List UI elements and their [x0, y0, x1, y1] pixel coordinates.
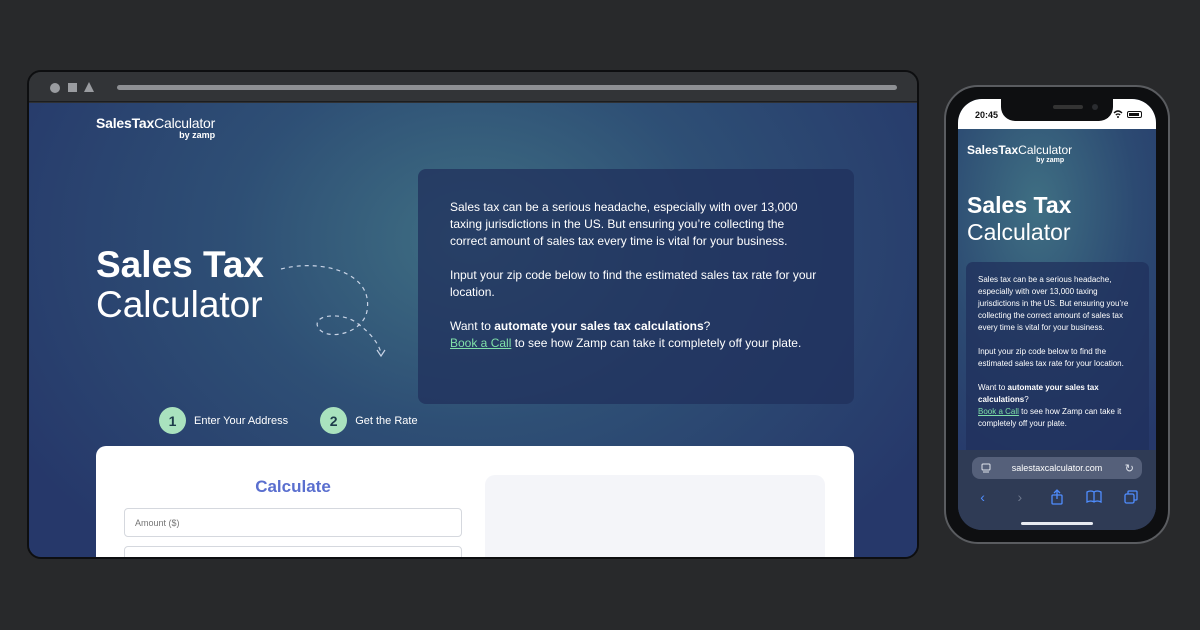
mobile-intro-paragraph-2: Input your zip code below to find the es…	[978, 347, 1124, 368]
home-indicator[interactable]	[1021, 522, 1093, 525]
mobile-intro-paragraph-1: Sales tax can be a serious headache, esp…	[978, 275, 1129, 332]
wifi-icon	[1113, 110, 1123, 118]
desktop-browser-window: SalesTaxCalculator by zamp Sales Tax Cal…	[27, 70, 919, 559]
mobile-cta-prefix: Want to	[978, 383, 1008, 392]
forward-icon[interactable]: ›	[1010, 489, 1030, 505]
logo-byline: by zamp	[179, 130, 216, 140]
amount-input[interactable]	[124, 508, 462, 537]
step-1-badge: 1	[159, 407, 186, 434]
circle-icon	[50, 83, 60, 93]
intro-cta: Want to automate your sales tax calculat…	[450, 318, 822, 352]
mobile-logo-byline: by zamp	[1036, 157, 1065, 164]
street-address-input[interactable]	[124, 546, 462, 557]
phone-screen: 20:45 SalesTaxCalculator by zamp Sales T…	[958, 99, 1156, 530]
mobile-site-logo[interactable]: SalesTaxCalculator by zamp	[967, 143, 1072, 164]
phone-device: 20:45 SalesTaxCalculator by zamp Sales T…	[944, 85, 1170, 544]
battery-icon	[1127, 110, 1142, 118]
browser-toolbar	[29, 72, 917, 102]
mobile-logo-regular-text: Calculator	[1018, 143, 1073, 157]
front-camera	[1092, 104, 1098, 110]
mobile-page-title-line2: Calculator	[967, 219, 1071, 246]
mobile-intro-cta: Want to automate your sales tax calculat…	[978, 382, 1137, 430]
page-settings-icon[interactable]	[981, 463, 991, 473]
mobile-page-title-line1: Sales Tax	[967, 192, 1072, 218]
page-title-line2: Calculator	[96, 283, 263, 325]
step-2-label: Get the Rate	[355, 414, 418, 427]
safari-url-text: salestaxcalculator.com	[1011, 463, 1103, 473]
triangle-icon	[84, 82, 94, 92]
calculator-title: Calculate	[255, 477, 331, 496]
intro-paragraph-1: Sales tax can be a serious headache, esp…	[450, 200, 798, 248]
calculator-panel: Calculate	[96, 446, 854, 557]
reload-icon[interactable]: ↻	[1125, 462, 1134, 475]
cta-suffix: ?	[703, 319, 711, 333]
intro-paragraph-2: Input your zip code below to find the es…	[450, 268, 817, 299]
mobile-logo-bold-text: SalesTax	[967, 143, 1019, 157]
share-icon[interactable]	[1047, 489, 1067, 505]
intro-card: Sales tax can be a serious headache, esp…	[418, 169, 854, 404]
back-icon[interactable]: ‹	[973, 489, 993, 505]
safari-address-bar[interactable]: salestaxcalculator.com ↻	[972, 457, 1142, 479]
status-time: 20:45	[975, 110, 999, 120]
safari-toolbar: salestaxcalculator.com ↻ ‹ ›	[958, 450, 1156, 530]
tabs-icon[interactable]	[1121, 490, 1141, 504]
address-bar[interactable]	[117, 85, 897, 90]
dashed-arrow-decoration	[280, 265, 386, 358]
step-1-label: Enter Your Address	[194, 414, 289, 427]
logo-regular-text: Calculator	[154, 115, 216, 131]
logo-bold-text: SalesTax	[96, 115, 155, 131]
bookmarks-icon[interactable]	[1084, 490, 1104, 504]
step-2-badge: 2	[320, 407, 348, 434]
speaker-grille	[1053, 105, 1083, 109]
mobile-book-a-call-link[interactable]: Book a Call	[978, 407, 1019, 416]
step-1: 1 Enter Your Address	[159, 407, 288, 434]
mobile-intro-card: Sales tax can be a serious headache, esp…	[966, 262, 1149, 472]
cta-prefix: Want to	[450, 319, 495, 333]
cta-bold: automate your sales tax calculations	[494, 319, 704, 333]
phone-notch	[1001, 99, 1113, 121]
page-title: Sales Tax Calculator	[96, 245, 264, 325]
book-a-call-link[interactable]: Book a Call	[450, 336, 511, 350]
step-2: 2 Get the Rate	[320, 407, 418, 434]
square-icon	[68, 83, 77, 92]
steps-indicator: 1 Enter Your Address 2 Get the Rate	[159, 407, 450, 434]
mobile-page-title: Sales Tax Calculator	[967, 192, 1071, 246]
desktop-page: SalesTaxCalculator by zamp Sales Tax Cal…	[29, 103, 917, 557]
link-suffix: to see how Zamp can take it completely o…	[511, 336, 802, 350]
site-logo[interactable]: SalesTaxCalculator by zamp	[96, 115, 215, 140]
safari-nav-bar: ‹ ›	[958, 487, 1156, 507]
mobile-cta-suffix: ?	[1024, 395, 1029, 404]
page-title-line1: Sales Tax	[96, 244, 264, 285]
result-box	[485, 475, 825, 557]
